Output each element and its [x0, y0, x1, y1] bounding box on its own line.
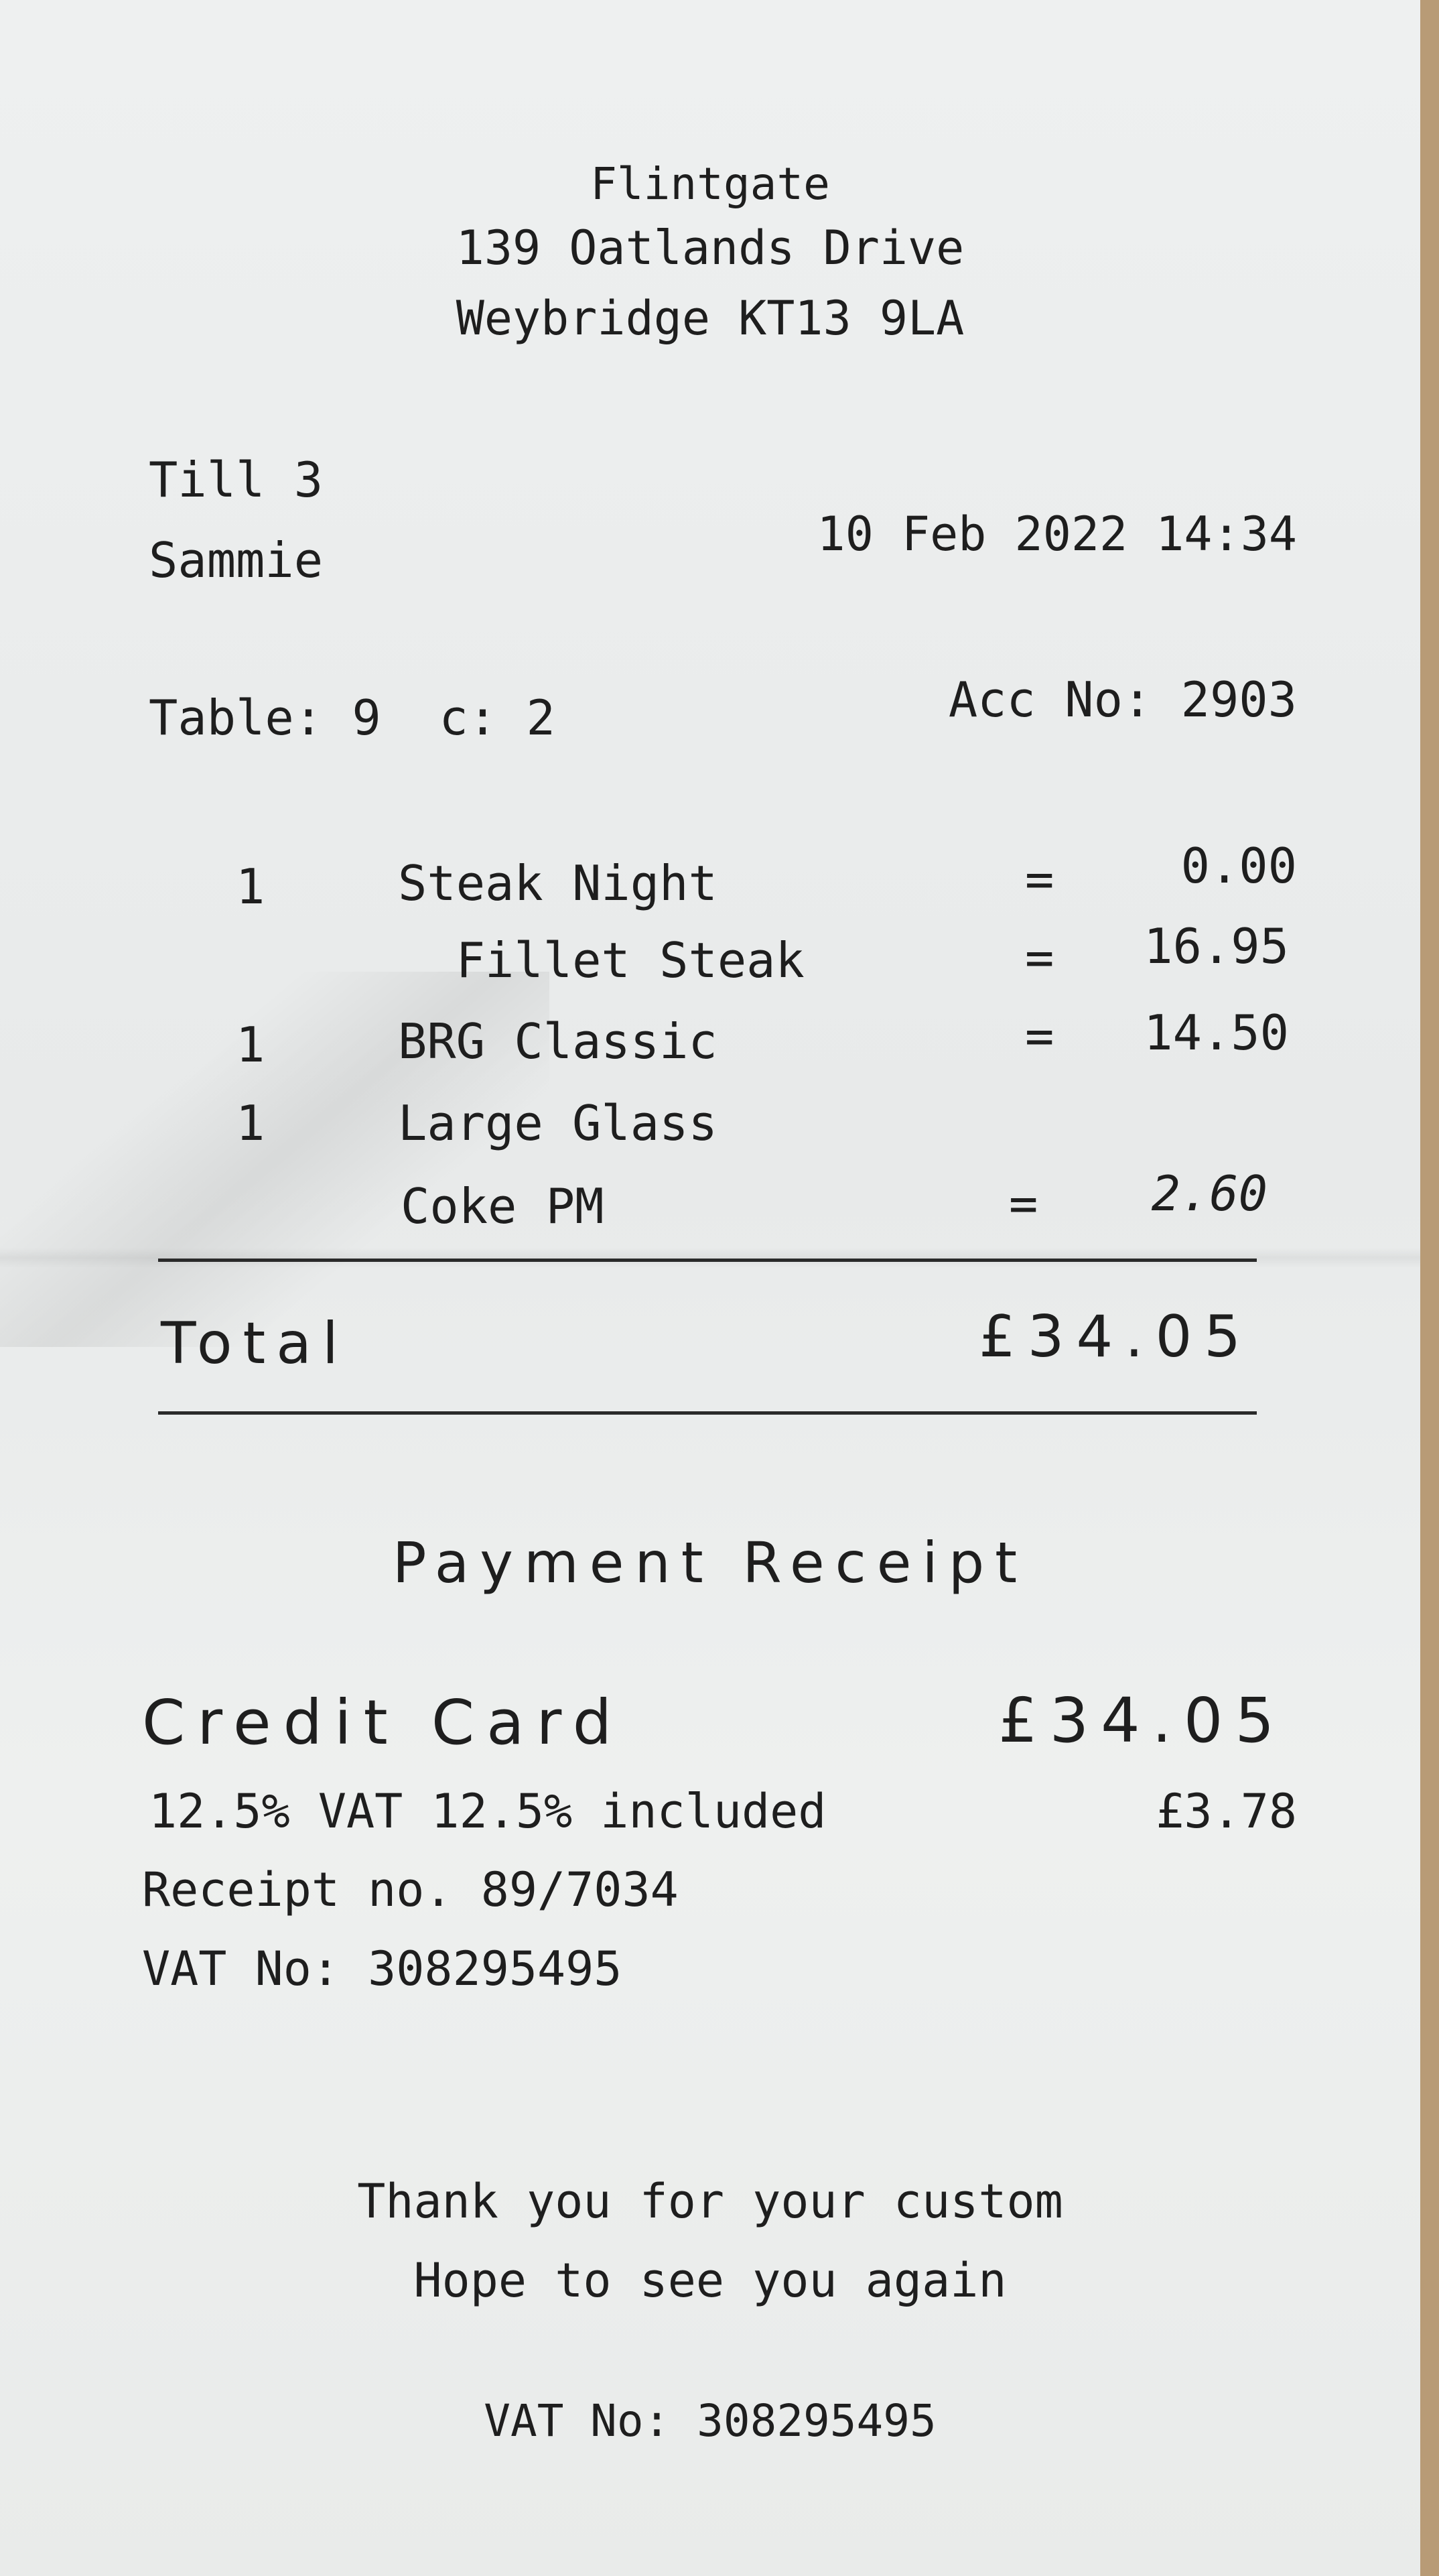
item-name: Steak Night — [398, 855, 717, 911]
venue-address-line-2: Weybridge KT13 9LA — [456, 291, 965, 346]
account-number: Acc No: 2903 — [948, 671, 1297, 728]
server-name: Sammie — [149, 532, 324, 588]
item-equals: = — [1025, 1008, 1054, 1064]
venue-address-line-1: 139 Oatlands Drive — [456, 220, 965, 275]
receipt-number: Receipt no. 89/7034 — [142, 1862, 679, 1917]
item-qty: 1 — [236, 1095, 265, 1151]
hope-message: Hope to see you again — [413, 2253, 1007, 2308]
till-number: Till 3 — [149, 452, 324, 508]
payment-heading: Payment Receipt — [392, 1530, 1028, 1596]
item-price: 16.95 — [1144, 918, 1289, 974]
venue-name: Flintgate — [590, 158, 830, 210]
item-name: BRG Classic — [398, 1013, 717, 1070]
item-price: 14.50 — [1144, 1005, 1289, 1061]
vat-number: VAT No: 308295495 — [142, 1941, 622, 1996]
item-equals: = — [1025, 851, 1054, 907]
total-label: Total — [161, 1310, 349, 1377]
thank-you-message: Thank you for your custom — [357, 2174, 1063, 2229]
receipt-datetime: 10 Feb 2022 14:34 — [817, 507, 1297, 562]
item-equals: = — [1025, 929, 1054, 986]
item-name: Coke PM — [401, 1178, 604, 1234]
item-name: Large Glass — [398, 1095, 717, 1151]
item-price: 0.00 — [1180, 838, 1297, 894]
total-rule-bottom — [158, 1411, 1257, 1415]
paper-fold — [0, 1248, 1420, 1268]
table-covers: Table: 9 c: 2 — [149, 690, 555, 746]
total-amount: £34.05 — [979, 1303, 1253, 1370]
item-price: 2.60 — [1151, 1165, 1267, 1222]
item-qty: 1 — [236, 858, 265, 915]
payment-method: Credit Card — [142, 1687, 624, 1758]
vat-amount: £3.78 — [1156, 1784, 1297, 1839]
vat-line: 12.5% VAT 12.5% included — [149, 1784, 827, 1839]
item-name: Fillet Steak — [398, 932, 805, 988]
footer-vat-number: VAT No: 308295495 — [484, 2395, 937, 2447]
item-equals: = — [1009, 1175, 1038, 1232]
item-qty: 1 — [236, 1017, 265, 1073]
total-rule-top — [158, 1259, 1257, 1262]
payment-amount: £34.05 — [998, 1685, 1286, 1756]
